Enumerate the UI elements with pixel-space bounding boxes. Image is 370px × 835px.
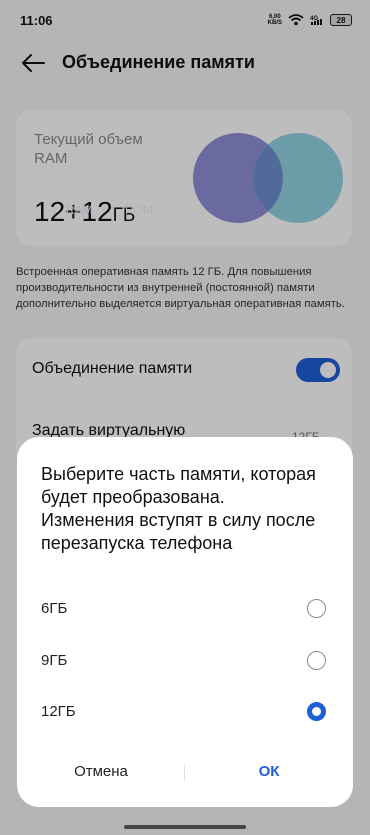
radio-button-selected[interactable] — [307, 702, 326, 721]
option-6gb[interactable]: 6ГБ — [17, 587, 353, 631]
memory-size-dialog: Выберите часть памяти, которая будет пре… — [17, 437, 353, 807]
option-9gb[interactable]: 9ГБ — [17, 639, 353, 683]
option-label: 12ГБ — [41, 703, 76, 720]
cancel-button[interactable]: Отмена — [17, 763, 185, 780]
option-label: 6ГБ — [41, 600, 68, 617]
option-12gb[interactable]: 12ГБ — [17, 690, 353, 734]
radio-button[interactable] — [307, 599, 326, 618]
radio-button[interactable] — [307, 651, 326, 670]
ok-button[interactable]: ОК — [185, 763, 353, 780]
option-label: 9ГБ — [41, 652, 68, 669]
dialog-buttons: Отмена ОК — [17, 757, 353, 793]
home-indicator[interactable] — [124, 825, 246, 829]
dialog-title: Выберите часть памяти, которая будет пре… — [41, 464, 316, 553]
